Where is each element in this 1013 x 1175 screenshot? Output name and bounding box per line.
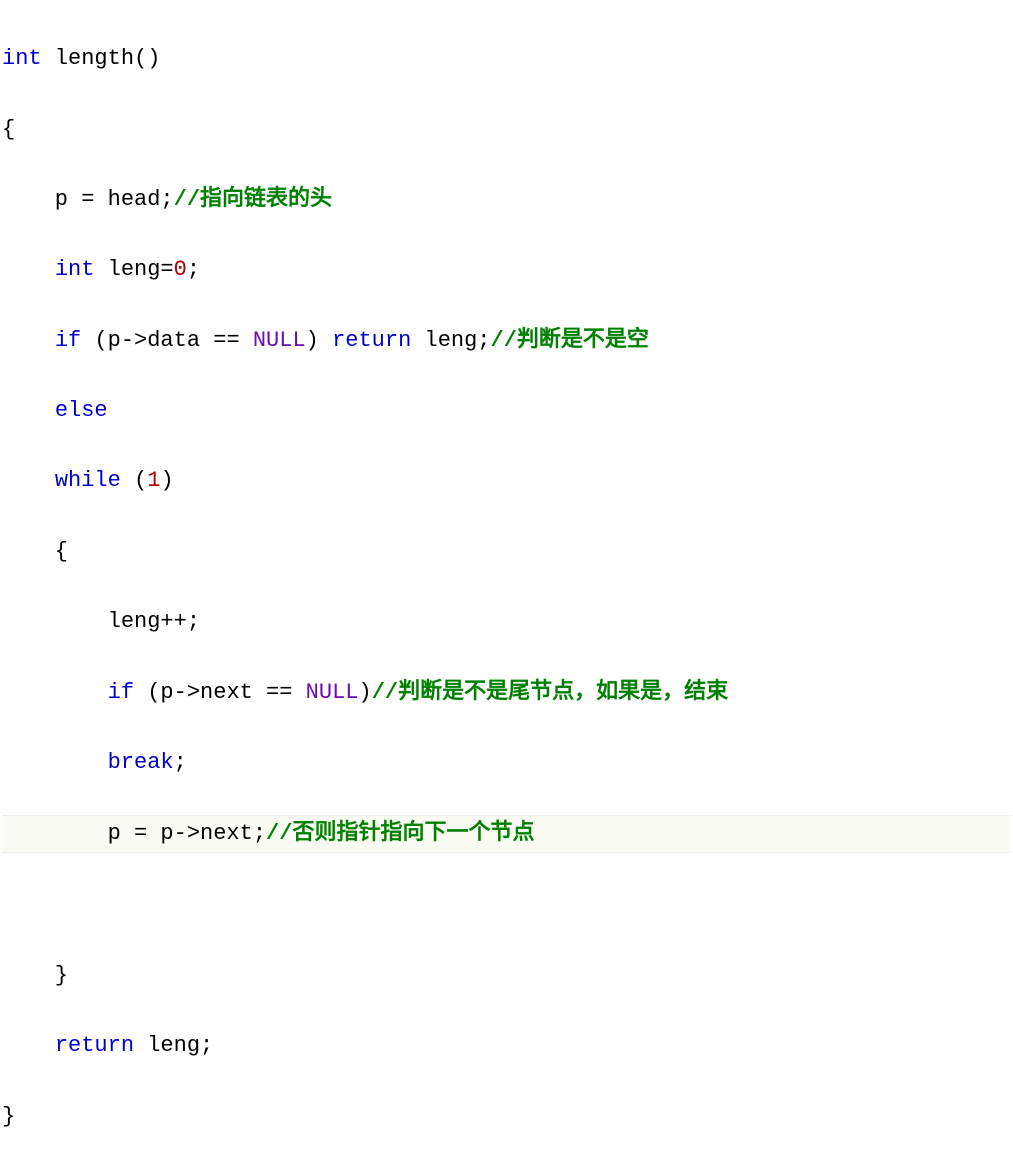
keyword-if: if <box>108 680 134 705</box>
keyword-if: if <box>55 328 81 353</box>
indent <box>2 257 55 282</box>
code-line: } <box>2 958 1011 993</box>
code-line: if (p->data == NULL) return leng;//判断是不是… <box>2 323 1011 358</box>
code-text: leng++; <box>2 609 200 634</box>
code-line: int length() <box>2 41 1011 76</box>
code-line: break; <box>2 745 1011 780</box>
code-text: leng; <box>134 1033 213 1058</box>
comment: //否则指针指向下一个节点 <box>266 821 534 846</box>
keyword-while: while <box>55 468 121 493</box>
code-text: p = head; <box>2 187 174 212</box>
keyword-int: int <box>2 46 42 71</box>
code-line: p = head;//指向链表的头 <box>2 182 1011 217</box>
indent <box>2 680 108 705</box>
code-block: int length() { p = head;//指向链表的头 int len… <box>2 6 1011 1169</box>
number-literal: 0 <box>174 257 187 282</box>
code-line: { <box>2 534 1011 569</box>
comment: //指向链表的头 <box>174 187 332 212</box>
code-text: ) <box>358 680 371 705</box>
code-text: (p->next == <box>134 680 306 705</box>
code-line-highlighted: p = p->next;//否则指针指向下一个节点 <box>2 815 1011 852</box>
code-text: ) <box>306 328 332 353</box>
code-line: if (p->next == NULL)//判断是不是尾节点，如果是，结束 <box>2 675 1011 710</box>
brace-open: { <box>2 117 15 142</box>
code-line: leng++; <box>2 604 1011 639</box>
comment: //判断是不是空 <box>491 328 649 353</box>
code-text: ; <box>187 257 200 282</box>
comment: //判断是不是尾节点，如果是，结束 <box>372 680 728 705</box>
null-literal: NULL <box>306 680 359 705</box>
code-line: int leng=0; <box>2 252 1011 287</box>
brace-close: } <box>2 1104 15 1129</box>
brace-open: { <box>2 539 68 564</box>
number-literal: 1 <box>147 468 160 493</box>
keyword-int: int <box>55 257 95 282</box>
code-line: } <box>2 1099 1011 1134</box>
code-text: p = p->next; <box>2 821 266 846</box>
code-text: leng; <box>411 328 490 353</box>
code-line: else <box>2 393 1011 428</box>
keyword-return: return <box>332 328 411 353</box>
brace-close: } <box>2 963 68 988</box>
code-text: ( <box>121 468 147 493</box>
indent <box>2 328 55 353</box>
indent <box>2 1033 55 1058</box>
code-text: leng= <box>94 257 173 282</box>
indent <box>2 750 108 775</box>
code-text: (p->data == <box>81 328 253 353</box>
keyword-break: break <box>108 750 174 775</box>
keyword-else: else <box>55 398 108 423</box>
indent <box>2 468 55 493</box>
code-text: ; <box>174 750 187 775</box>
code-text: ) <box>160 468 173 493</box>
code-line: { <box>2 112 1011 147</box>
function-name: length() <box>42 46 161 71</box>
code-line: return leng; <box>2 1028 1011 1063</box>
code-line <box>2 888 1011 923</box>
keyword-return: return <box>55 1033 134 1058</box>
indent <box>2 398 55 423</box>
null-literal: NULL <box>253 328 306 353</box>
code-line: while (1) <box>2 463 1011 498</box>
